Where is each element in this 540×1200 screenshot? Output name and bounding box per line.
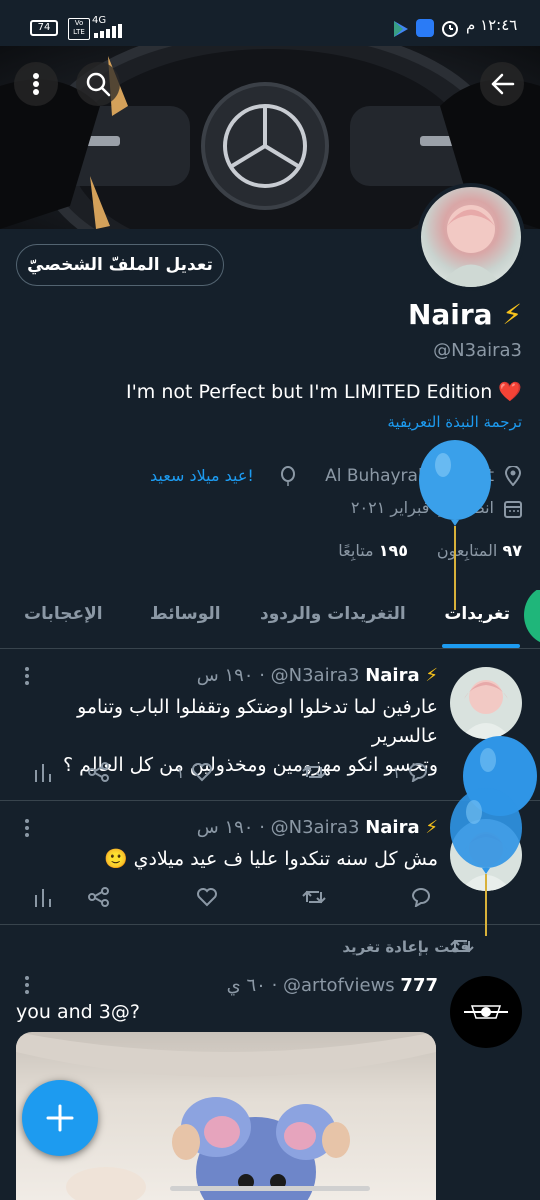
tab-tweets-replies[interactable]: التغريدات والردود [260,604,406,624]
reply-button[interactable] [410,887,432,907]
reply-count: ١ [392,762,401,782]
tweet-handle: @artofviews [283,975,395,996]
birthday-balloon [415,440,495,610]
tweet-author: Naira [365,817,420,838]
calendar-icon [504,500,522,518]
profile-tabs: تغريدات التغريدات والردود الوسائط الإعجا… [0,590,540,649]
tweet-header: ١٩٠ س · @N3aira3 Naira ⚡ [196,817,438,838]
tweet-text: عارفين لما تدخلوا اوضتكو وتقفلوا الباب و… [8,693,438,780]
tab-likes[interactable]: الإعجابات [24,604,103,624]
birthday-balloon [446,788,526,938]
like-button[interactable]: ١ [176,762,213,782]
tweet-header: ٦٠ ي · @artofviews 777 [226,975,438,996]
edit-profile-button[interactable]: تعديل الملفّ الشخصيّ [16,244,224,286]
more-button[interactable] [14,62,58,106]
retweet-button[interactable] [302,887,326,907]
arrow-back-icon [491,73,515,95]
like-count: ١ [176,762,185,782]
share-icon [88,887,109,907]
tweet-time: ١٩٠ س [196,817,254,838]
birthday-text[interactable]: عيد ميلاد سعيد! [150,466,254,485]
profile-handle: @N3aira3 [433,340,522,361]
tweet-more-icon[interactable] [24,819,30,837]
tweet-author: 777 [400,975,438,996]
followers-count: ٩٧ [502,541,522,560]
bio-text: I'm not Perfect but I'm LIMITED Edition [125,381,493,403]
tweet-text: you and 3@? [16,1001,140,1023]
location-icon [504,466,522,486]
tweet-handle: @N3aira3 [270,665,360,686]
tweet-header: ١٩٠ س · @N3aira3 Naira ⚡ [196,665,438,686]
playstore-icon [393,20,409,38]
analytics-icon [35,764,51,782]
reply-icon [408,763,427,782]
translate-bio-link[interactable]: ترجمة النبذة التعريفية [387,413,522,431]
battery-icon: 74 [30,20,58,36]
lightning-emoji: ⚡ [425,817,438,838]
tweet-line: وتحسو انكو مهزومين ومخذولين من كل العالم… [63,754,438,776]
clock: ١٢:٤٦ م [466,16,518,34]
lightning-emoji: ⚡ [502,298,522,331]
messages-icon [416,19,434,37]
heart-icon [197,888,217,907]
signal-icon [94,24,126,38]
plus-icon [46,1104,74,1132]
retweet-icon [302,765,326,779]
compose-tweet-button[interactable] [22,1080,98,1156]
tweet-text: مش كل سنه تنكدوا عليا ف عيد ميلادي 🙂 [103,848,438,870]
profile-avatar[interactable] [417,183,525,291]
retweet-icon [302,890,326,904]
status-bar: 74 Vo LTE 4G ١٢:٤٦ م [0,0,540,46]
analytics-button[interactable] [34,887,52,907]
following-label: متابِعًا [338,541,374,560]
tweet-more-icon[interactable] [24,667,30,685]
volte-icon: Vo LTE [68,18,90,40]
profile-name: Naira ⚡ [408,298,522,331]
share-icon [88,762,109,782]
more-vertical-icon [33,73,39,95]
lightning-emoji: ⚡ [425,665,438,686]
alarm-icon [440,18,460,38]
tweet-line: عارفين لما تدخلوا اوضتكو وتقفلوا الباب و… [77,696,438,747]
following-stat[interactable]: ١٩٥ متابِعًا [338,541,408,560]
analytics-icon [35,889,51,907]
tab-tweets[interactable]: تغريدات [444,604,510,624]
like-button[interactable] [196,887,218,907]
heart-emoji: ❤️ [498,381,522,403]
heart-icon [191,763,212,782]
home-indicator[interactable] [170,1186,370,1191]
reply-icon [411,888,430,907]
retweet-button[interactable] [302,762,326,782]
following-count: ١٩٥ [378,541,408,560]
share-button[interactable] [88,887,110,907]
active-tab-indicator [442,644,520,648]
tweet-more-icon[interactable] [24,976,30,994]
analytics-button[interactable] [34,762,52,782]
back-button[interactable] [480,62,524,106]
battery-level: 74 [37,22,51,33]
tweet-avatar[interactable] [450,667,522,739]
retweet-author-avatar[interactable] [450,976,522,1048]
name-text: Naira [407,298,493,331]
tweet-handle: @N3aira3 [270,817,360,838]
balloon-icon [280,466,296,486]
search-icon [86,72,111,97]
retweet-indicator-icon [450,936,474,956]
search-button[interactable] [76,62,120,106]
tweet-time: ١٩٠ س [196,665,254,686]
profile-bio: I'm not Perfect but I'm LIMITED Edition … [126,380,522,403]
share-button[interactable] [88,762,110,782]
tab-media[interactable]: الوسائط [150,604,221,624]
tweet[interactable]: ١٩٠ س · @N3aira3 Naira ⚡ عارفين لما تدخل… [0,649,540,799]
reply-button[interactable]: ١ [392,762,429,782]
tweet-time: ٦٠ ي [226,975,266,996]
tweet-author: Naira [365,665,420,686]
